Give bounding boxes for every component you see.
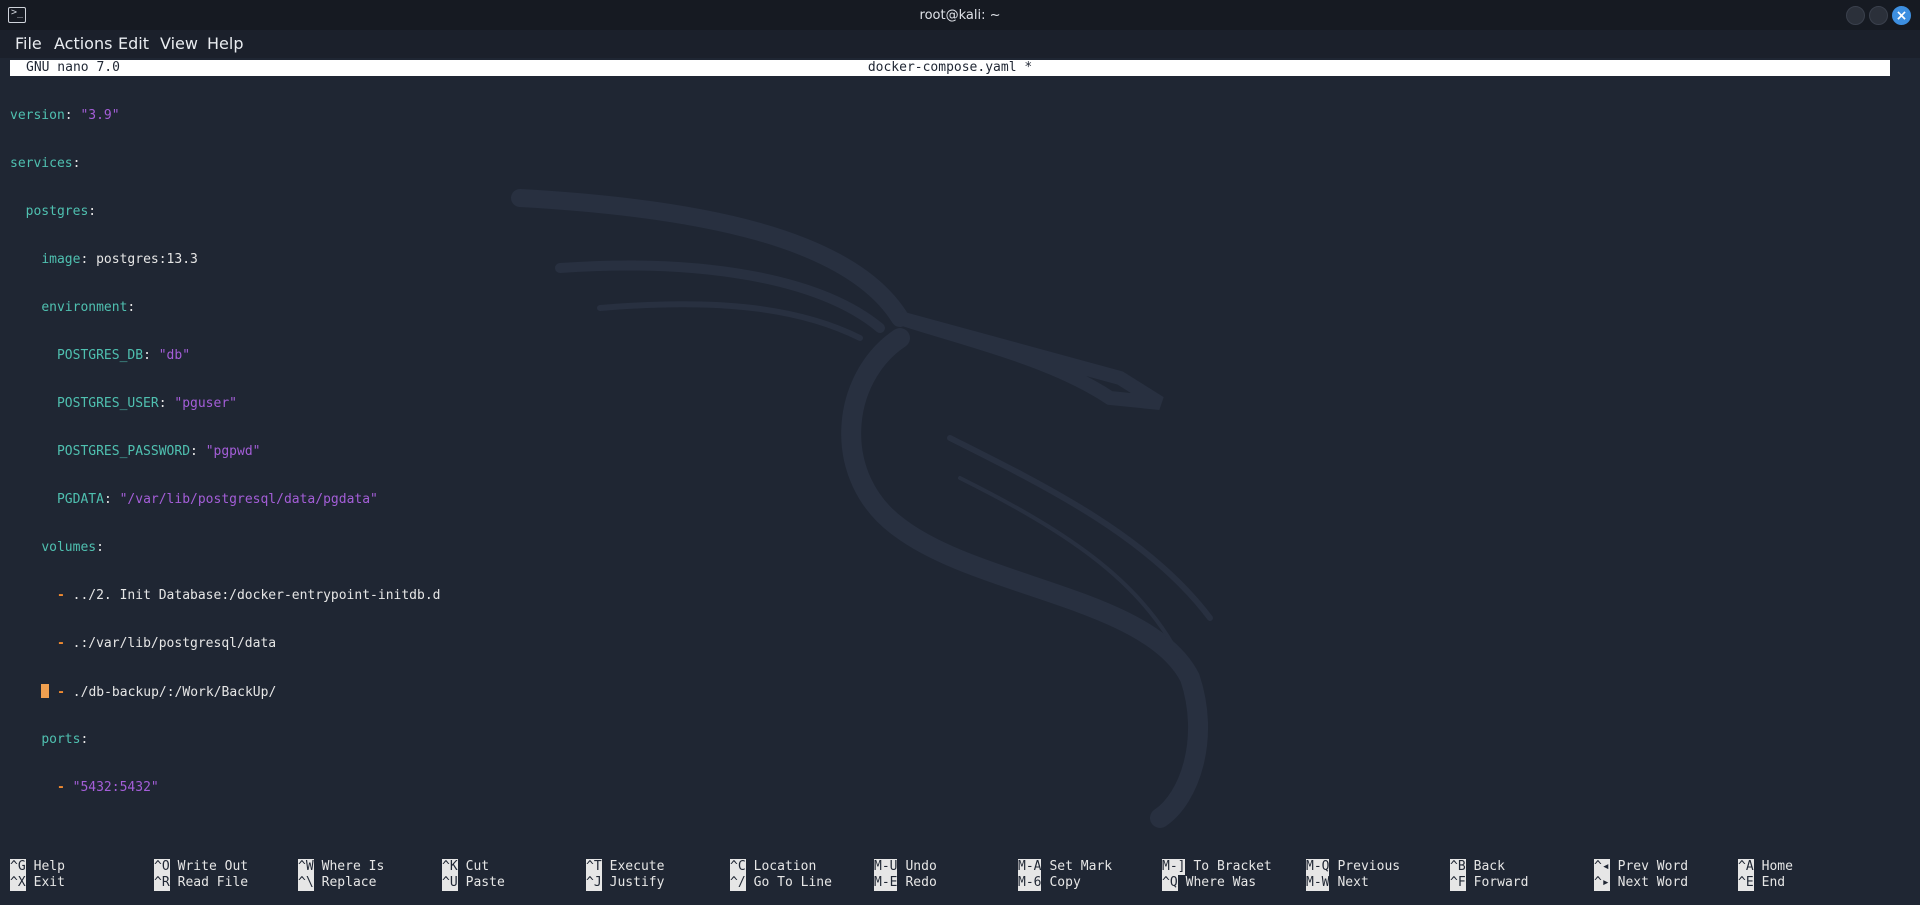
- code-line: services:: [10, 156, 81, 171]
- code-line: - .:/var/lib/postgresql/data: [56, 636, 277, 651]
- shortcut-redo[interactable]: M-E Redo: [874, 875, 937, 891]
- code-line: version: "3.9": [10, 108, 120, 123]
- code-line: POSTGRES_PASSWORD: "pgpwd": [56, 444, 261, 459]
- window-title: root@kali: ~: [919, 8, 1001, 23]
- shortcut-home[interactable]: ^A Home: [1738, 859, 1793, 875]
- code-line: ports:: [41, 732, 89, 747]
- menu-view[interactable]: View: [160, 34, 198, 53]
- shortcut-forward[interactable]: ^F Forward: [1450, 875, 1528, 891]
- shortcut-set-mark[interactable]: M-A Set Mark: [1018, 859, 1112, 875]
- menu-file[interactable]: File: [15, 34, 42, 53]
- shortcut-end[interactable]: ^E End: [1738, 875, 1785, 891]
- menu-actions[interactable]: Actions: [54, 34, 112, 53]
- code-line: image: postgres:13.3: [41, 252, 198, 267]
- code-line: - ../2. Init Database:/docker-entrypoint…: [56, 588, 441, 603]
- shortcut-copy[interactable]: M-6 Copy: [1018, 875, 1081, 891]
- shortcut-prev-word[interactable]: ^◂ Prev Word: [1594, 859, 1688, 875]
- terminal-area[interactable]: GNU nano 7.0 docker-compose.yaml * versi…: [0, 58, 1920, 905]
- code-line: - "5432:5432": [56, 780, 159, 795]
- shortcut-exit[interactable]: ^X Exit: [10, 875, 65, 891]
- shortcut-next-word[interactable]: ^▸ Next Word: [1594, 875, 1688, 891]
- code-line: POSTGRES_DB: "db": [56, 348, 191, 363]
- shortcut-previous[interactable]: M-Q Previous: [1306, 859, 1400, 875]
- nano-header: GNU nano 7.0 docker-compose.yaml *: [10, 60, 1890, 76]
- code-line: - ./db-backup/:/Work/BackUp/: [10, 684, 440, 700]
- shortcut-replace[interactable]: ^\ Replace: [298, 875, 376, 891]
- shortcut-justify[interactable]: ^J Justify: [586, 875, 664, 891]
- shortcut-cut[interactable]: ^K Cut: [442, 859, 489, 875]
- menu-edit[interactable]: Edit: [118, 34, 149, 53]
- shortcut-back[interactable]: ^B Back: [1450, 859, 1505, 875]
- menu-bar: File Actions Edit View Help: [0, 30, 1920, 58]
- code-line: environment:: [41, 300, 136, 315]
- close-icon: ×: [1895, 8, 1908, 24]
- minimize-button[interactable]: [1846, 6, 1865, 25]
- shortcut-to-bracket[interactable]: M-] To Bracket: [1162, 859, 1272, 875]
- close-button[interactable]: ×: [1892, 6, 1911, 25]
- shortcut-next[interactable]: M-W Next: [1306, 875, 1369, 891]
- shortcut-paste[interactable]: ^U Paste: [442, 875, 505, 891]
- shortcut-help[interactable]: ^G Help: [10, 859, 65, 875]
- shortcut-execute[interactable]: ^T Execute: [586, 859, 664, 875]
- nano-shortcut-bar: ^G Help ^X Exit ^O Write Out ^R Read File ^W…: [10, 859, 1910, 893]
- shortcut-write-out[interactable]: ^O Write Out: [154, 859, 248, 875]
- window-titlebar: >_ root@kali: ~ ×: [0, 0, 1920, 30]
- code-line: POSTGRES_USER: "pguser": [56, 396, 237, 411]
- shortcut-where-is[interactable]: ^W Where Is: [298, 859, 384, 875]
- shortcut-where-was[interactable]: ^Q Where Was: [1162, 875, 1256, 891]
- shortcut-location[interactable]: ^C Location: [730, 859, 816, 875]
- shortcut-undo[interactable]: M-U Undo: [874, 859, 937, 875]
- menu-help[interactable]: Help: [207, 34, 243, 53]
- code-line: volumes:: [41, 540, 104, 555]
- shortcut-read-file[interactable]: ^R Read File: [154, 875, 248, 891]
- nano-filename: docker-compose.yaml *: [867, 60, 1033, 75]
- code-line: PGDATA: "/var/lib/postgresql/data/pgdata…: [56, 492, 378, 507]
- maximize-button[interactable]: [1869, 6, 1888, 25]
- shortcut-go-to-line[interactable]: ^/Go To Line: [730, 875, 832, 891]
- code-line: postgres:: [25, 204, 97, 219]
- editor-buffer[interactable]: version: "3.9" services: postgres: image…: [10, 76, 440, 828]
